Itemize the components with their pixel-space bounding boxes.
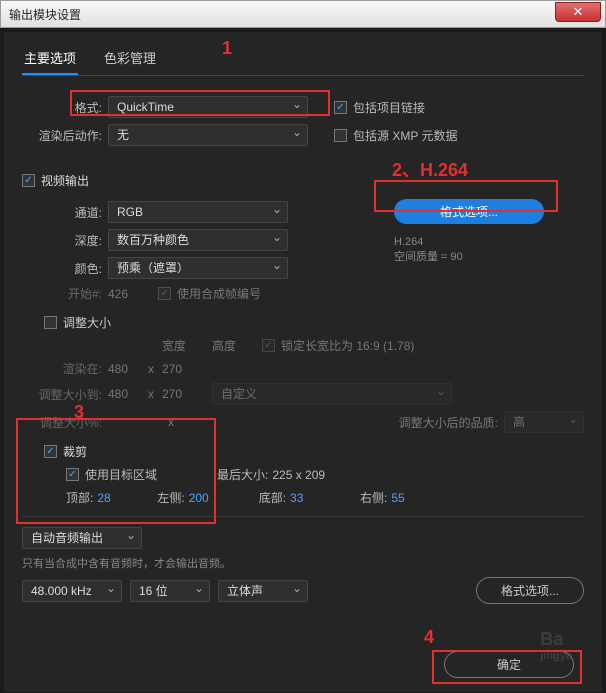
color-label: 颜色:	[22, 260, 102, 277]
crop-header: 裁剪	[63, 443, 87, 460]
codec-text: H.264	[394, 236, 584, 248]
start-value: 426	[108, 287, 158, 301]
resize-header: 调整大小	[63, 314, 111, 331]
resize-width: 480	[108, 387, 148, 401]
render-width: 480	[108, 362, 148, 376]
render-height: 270	[162, 362, 182, 376]
use-roi-checkbox[interactable]	[66, 468, 79, 481]
resize-height: 270	[162, 387, 212, 401]
tab-main[interactable]: 主要选项	[22, 42, 78, 75]
video-format-options-button[interactable]: 格式选项...	[394, 199, 544, 224]
window-title: 输出模块设置	[9, 6, 81, 23]
audio-bits-select[interactable]: 16 位	[130, 580, 210, 602]
resize-pct-label: 调整大小%:	[22, 414, 102, 431]
crop-bottom-value[interactable]: 33	[290, 491, 360, 505]
resize-to-label: 调整大小到:	[22, 386, 102, 403]
channel-select[interactable]: RGB	[108, 201, 288, 223]
tab-bar: 主要选项 色彩管理	[22, 42, 584, 76]
crop-bottom-label: 底部:	[259, 489, 286, 506]
audio-mode-select[interactable]: 自动音频输出	[22, 527, 142, 549]
crop-top-label: 顶部:	[66, 489, 93, 506]
close-icon: ✕	[573, 4, 584, 20]
final-size-value: 225 x 209	[272, 468, 325, 482]
crop-left-label: 左侧:	[157, 489, 184, 506]
use-comp-frame-label: 使用合成帧编号	[177, 285, 261, 302]
audio-format-options-button[interactable]: 格式选项...	[476, 577, 584, 604]
video-output-header: 视频输出	[41, 172, 89, 189]
titlebar: 输出模块设置 ✕	[0, 0, 606, 28]
use-comp-frame-checkbox	[158, 287, 171, 300]
render-at-label: 渲染在:	[22, 360, 102, 377]
audio-channels-select[interactable]: 立体声	[218, 580, 308, 602]
depth-select[interactable]: 数百万种颜色	[108, 229, 288, 251]
lock-aspect-label: 锁定长宽比为 16:9 (1.78)	[281, 337, 414, 354]
crop-left-value[interactable]: 200	[189, 491, 259, 505]
crop-top-value[interactable]: 28	[97, 491, 157, 505]
resize-preset-select: 自定义	[212, 383, 452, 405]
after-quality-select: 高	[504, 411, 584, 433]
include-xmp-checkbox[interactable]	[334, 129, 347, 142]
format-select[interactable]: QuickTime	[108, 96, 308, 118]
post-render-label: 渲染后动作:	[22, 127, 102, 144]
lock-aspect-checkbox	[262, 339, 275, 352]
crop-right-value[interactable]: 55	[391, 491, 404, 505]
audio-hint: 只有当合成中含有音频时，才会输出音频。	[22, 555, 231, 571]
tab-color-management[interactable]: 色彩管理	[102, 42, 158, 75]
include-xmp-label: 包括源 XMP 元数据	[353, 127, 457, 144]
annotation-4: 4	[424, 627, 434, 648]
include-link-checkbox[interactable]	[334, 101, 347, 114]
dialog-content: 主要选项 色彩管理 1 格式: QuickTime 包括项目链接 渲染后动作: …	[4, 32, 602, 692]
color-select[interactable]: 预乘（遮罩）	[108, 257, 288, 279]
width-header: 宽度	[162, 337, 212, 354]
crop-checkbox[interactable]	[44, 445, 57, 458]
include-link-label: 包括项目链接	[353, 99, 425, 116]
final-size-label: 最后大小:	[217, 466, 268, 483]
watermark: Ba jingye	[540, 629, 572, 662]
depth-label: 深度:	[22, 232, 102, 249]
use-roi-label: 使用目标区域	[85, 466, 157, 483]
audio-rate-select[interactable]: 48.000 kHz	[22, 580, 122, 602]
format-label: 格式:	[22, 99, 102, 116]
close-button[interactable]: ✕	[555, 2, 601, 22]
crop-right-label: 右侧:	[360, 489, 387, 506]
after-quality-label: 调整大小后的品质:	[399, 414, 498, 431]
post-render-select[interactable]: 无	[108, 124, 308, 146]
channel-label: 通道:	[22, 204, 102, 221]
height-header: 高度	[212, 337, 262, 354]
start-label: 开始#:	[22, 285, 102, 302]
video-output-checkbox[interactable]	[22, 174, 35, 187]
watermark-brand: Ba	[540, 629, 572, 650]
resize-checkbox[interactable]	[44, 316, 57, 329]
watermark-name: jingye	[540, 650, 572, 662]
quality-text: 空间质量 = 90	[394, 248, 584, 264]
